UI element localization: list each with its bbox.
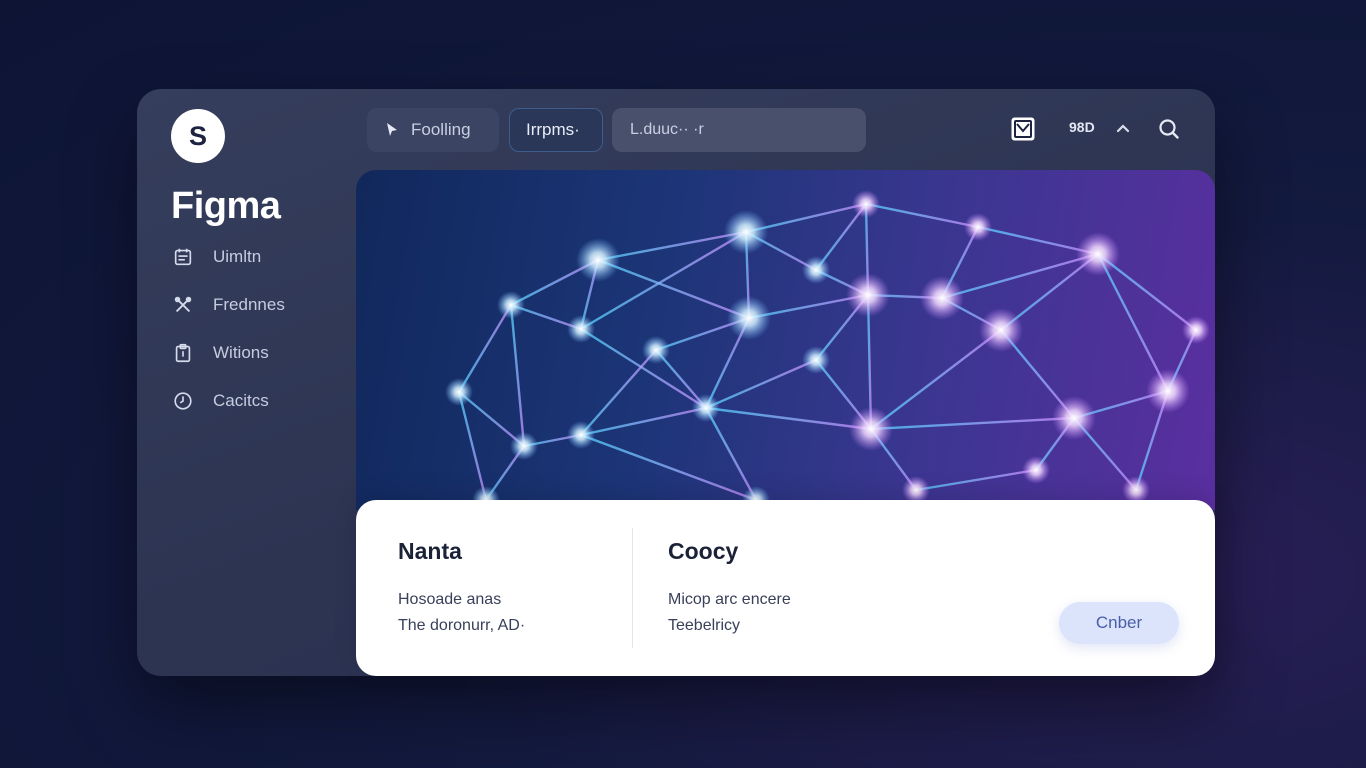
brand-title: Figma bbox=[171, 185, 281, 227]
network-node bbox=[964, 213, 992, 241]
card-title-left: Nanta bbox=[398, 538, 462, 564]
network-edge bbox=[704, 407, 758, 501]
network-node bbox=[567, 421, 595, 449]
network-edge bbox=[915, 468, 1037, 492]
network-node bbox=[1052, 396, 1096, 440]
app-window: S Figma Uimltn Frednnes Witions Cacitcs bbox=[137, 89, 1215, 676]
network-edge bbox=[870, 329, 1002, 430]
network-edge bbox=[1096, 253, 1170, 392]
cursor-icon bbox=[383, 121, 401, 139]
sidebar-item-uimltn[interactable]: Uimltn bbox=[171, 245, 285, 269]
tools-icon bbox=[171, 293, 195, 317]
card-text-right-2: Teebelricy bbox=[668, 617, 741, 634]
network-edge bbox=[865, 202, 979, 229]
network-node bbox=[846, 273, 890, 317]
network-node bbox=[920, 276, 964, 320]
network-edge bbox=[705, 358, 817, 410]
app-logo[interactable]: S bbox=[171, 109, 225, 163]
network-node bbox=[692, 394, 720, 422]
search-input[interactable] bbox=[612, 108, 866, 152]
network-node bbox=[497, 291, 525, 319]
card-text-left-2: The doronurr, AD· bbox=[398, 617, 526, 634]
network-edge bbox=[457, 304, 513, 393]
sidebar-item-label: Cacitcs bbox=[213, 391, 269, 410]
network-node bbox=[849, 407, 893, 451]
foolling-label: Foolling bbox=[411, 120, 471, 139]
foolling-button[interactable]: Foolling bbox=[367, 108, 499, 152]
network-edge bbox=[705, 406, 872, 431]
inbox-icon[interactable] bbox=[1010, 116, 1036, 142]
network-node bbox=[802, 346, 830, 374]
logo-letter: S bbox=[188, 120, 207, 151]
clipboard-icon bbox=[171, 341, 195, 365]
chevron-up-icon[interactable] bbox=[1110, 116, 1136, 142]
network-node bbox=[852, 190, 880, 218]
sidebar-nav: Uimltn Frednnes Witions Cacitcs bbox=[171, 245, 285, 437]
clock-icon bbox=[171, 389, 195, 413]
status-text[interactable]: 98D bbox=[1069, 119, 1095, 135]
irrpms-tab[interactable]: Irrpms· bbox=[509, 108, 603, 152]
network-node bbox=[724, 210, 768, 254]
network-edge bbox=[941, 252, 1099, 300]
irrpms-label: Irrpms· bbox=[526, 120, 580, 139]
card-column-left: Nanta Hosoade anas The doronurr, AD· bbox=[398, 538, 525, 639]
card-column-right: Coocy Micop arc encere Teebelricy bbox=[668, 538, 791, 639]
card-text-left-1: Hosoade anas bbox=[398, 591, 502, 608]
sidebar-item-frednnes[interactable]: Frednnes bbox=[171, 293, 285, 317]
network-edge bbox=[580, 327, 707, 410]
sidebar-item-label: Witions bbox=[213, 343, 269, 362]
network-edge bbox=[509, 304, 526, 447]
network-node bbox=[1022, 456, 1050, 484]
cnber-button[interactable]: Cnber bbox=[1059, 602, 1179, 644]
network-edge bbox=[597, 258, 750, 320]
sidebar-item-cacitcs[interactable]: Cacitcs bbox=[171, 389, 285, 413]
network-node bbox=[576, 238, 620, 282]
network-graphic bbox=[445, 190, 1210, 510]
network-node bbox=[642, 336, 670, 364]
network-edge bbox=[580, 433, 757, 502]
card-text-right-1: Micop arc encere bbox=[668, 591, 791, 608]
hero-network-image bbox=[356, 170, 1215, 510]
network-node bbox=[1182, 316, 1210, 344]
network-node bbox=[510, 432, 538, 460]
network-node bbox=[567, 315, 595, 343]
card-divider bbox=[632, 528, 633, 648]
card-title-right: Coocy bbox=[668, 538, 739, 564]
network-node bbox=[802, 256, 830, 284]
network-node bbox=[1076, 232, 1120, 276]
network-edge bbox=[870, 416, 1075, 431]
network-node bbox=[1146, 369, 1190, 413]
sidebar-item-witions[interactable]: Witions bbox=[171, 341, 285, 365]
calendar-icon bbox=[171, 245, 195, 269]
sidebar-item-label: Frednnes bbox=[213, 295, 285, 314]
network-node bbox=[445, 378, 473, 406]
network-node bbox=[979, 308, 1023, 352]
sidebar-item-label: Uimltn bbox=[213, 247, 262, 266]
info-card: Nanta Hosoade anas The doronurr, AD· Coo… bbox=[356, 500, 1215, 676]
network-node bbox=[727, 296, 771, 340]
network-edge bbox=[457, 391, 488, 501]
search-icon[interactable] bbox=[1156, 116, 1182, 142]
